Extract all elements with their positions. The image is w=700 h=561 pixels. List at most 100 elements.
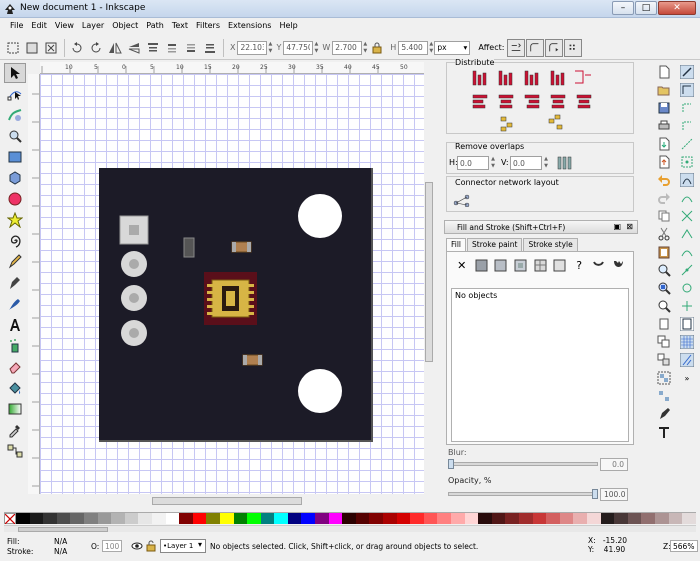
close-button[interactable]: ✕ <box>658 1 696 15</box>
clone-icon[interactable] <box>656 334 672 350</box>
radial-gradient-icon[interactable] <box>514 258 528 272</box>
linear-gradient-icon[interactable] <box>494 258 508 272</box>
canvas-horizontal-scrollbar[interactable] <box>40 496 424 506</box>
color-swatch[interactable] <box>437 513 451 524</box>
color-swatch[interactable] <box>219 513 234 524</box>
eye-icon[interactable] <box>131 540 143 552</box>
drawing-canvas[interactable] <box>40 74 424 494</box>
selector-tool-icon[interactable] <box>4 63 26 83</box>
new-document-icon[interactable] <box>656 64 672 80</box>
paste-icon[interactable] <box>656 244 672 260</box>
scale-stroke-icon[interactable] <box>507 38 526 57</box>
color-swatch[interactable] <box>43 513 57 524</box>
menu-layer[interactable]: Layer <box>78 19 108 35</box>
open-icon[interactable] <box>656 82 672 98</box>
move-patterns-icon[interactable] <box>564 38 583 57</box>
flip-vertical-icon[interactable] <box>125 39 143 57</box>
blur-value[interactable]: 0.0 <box>600 458 628 471</box>
color-swatch[interactable] <box>505 513 519 524</box>
tab-fill[interactable]: Fill <box>446 238 467 252</box>
connector-layout-icon[interactable] <box>453 193 471 207</box>
text-font-icon[interactable] <box>656 424 672 440</box>
maximize-button[interactable]: □ <box>635 1 657 15</box>
unset-paint-icon[interactable]: ? <box>572 258 586 272</box>
menu-extensions[interactable]: Extensions <box>224 19 275 35</box>
raise-to-top-icon[interactable] <box>144 39 162 57</box>
dropper-tool-icon[interactable] <box>4 420 26 440</box>
scrollbar-thumb[interactable] <box>425 182 433 362</box>
y-spinner[interactable]: ▲ ▼ <box>313 41 319 55</box>
undo-icon[interactable] <box>656 172 672 188</box>
color-swatch[interactable] <box>70 513 84 524</box>
color-swatch[interactable] <box>301 513 316 524</box>
flip-horizontal-icon[interactable] <box>106 39 124 57</box>
no-paint-icon[interactable]: ✕ <box>455 258 469 272</box>
color-swatch[interactable] <box>29 513 44 524</box>
blur-slider-handle[interactable] <box>448 459 454 469</box>
canvas-vertical-scrollbar[interactable] <box>424 62 434 498</box>
overflow-chevron-icon[interactable]: » <box>679 370 695 386</box>
menu-path[interactable]: Path <box>142 19 168 35</box>
snap-cusp-nodes-icon[interactable] <box>679 226 695 242</box>
color-swatch[interactable] <box>56 513 71 524</box>
star-tool-icon[interactable] <box>4 210 26 230</box>
fill-stroke-icon[interactable] <box>656 406 672 422</box>
color-swatch[interactable] <box>97 513 112 524</box>
v-gap-spinner[interactable]: ▲ ▼ <box>543 156 549 170</box>
pencil-tool-icon[interactable] <box>4 252 26 272</box>
dock-close-icon[interactable]: ⊠ <box>626 222 633 231</box>
unit-select[interactable]: px ▾ <box>434 40 471 55</box>
color-swatch[interactable] <box>654 513 669 524</box>
select-all-icon[interactable] <box>4 39 22 57</box>
zoom-drawing-icon[interactable] <box>656 280 672 296</box>
color-swatch[interactable] <box>559 513 574 524</box>
snap-smooth-nodes-icon[interactable] <box>679 244 695 260</box>
snap-center-icon[interactable] <box>679 154 695 170</box>
color-swatch[interactable] <box>518 513 533 524</box>
color-swatch[interactable] <box>668 513 683 524</box>
snap-bbox-corner-icon[interactable] <box>679 118 695 134</box>
gradient-tool-icon[interactable] <box>4 399 26 419</box>
fill-indicator[interactable]: N/A <box>54 537 67 546</box>
raise-icon[interactable] <box>163 39 181 57</box>
snap-page-icon[interactable] <box>679 316 695 332</box>
color-swatch[interactable] <box>151 513 166 524</box>
color-swatch[interactable] <box>192 513 207 524</box>
move-gradients-icon[interactable] <box>545 38 564 57</box>
select-all-layers-icon[interactable] <box>23 39 41 57</box>
mounting-hole[interactable] <box>298 194 342 238</box>
v-gap-input[interactable] <box>510 156 542 170</box>
layer-lock-icon[interactable] <box>146 539 156 552</box>
group-icon[interactable] <box>656 370 672 386</box>
save-icon[interactable] <box>656 100 672 116</box>
color-swatch[interactable] <box>165 513 180 524</box>
snap-nodes-icon[interactable] <box>679 172 695 188</box>
x-spinner[interactable]: ▲ ▼ <box>267 41 273 55</box>
h-gap-input[interactable] <box>457 156 489 170</box>
color-swatch[interactable] <box>247 513 261 524</box>
snap-bbox-edge-icon[interactable] <box>679 100 695 116</box>
color-swatch[interactable] <box>573 513 587 524</box>
menu-text[interactable]: Text <box>168 19 192 35</box>
color-swatch[interactable] <box>369 513 384 524</box>
color-swatch[interactable] <box>423 513 438 524</box>
rectangle-tool-icon[interactable] <box>4 147 26 167</box>
text-tool-icon[interactable] <box>4 315 26 335</box>
color-swatch[interactable] <box>410 513 424 524</box>
color-swatch[interactable] <box>206 513 220 524</box>
zoom-selection-icon[interactable] <box>656 262 672 278</box>
color-swatch[interactable] <box>600 513 615 524</box>
color-swatch[interactable] <box>383 513 397 524</box>
color-swatch[interactable] <box>328 513 343 524</box>
tab-stroke-paint[interactable]: Stroke paint <box>467 238 523 252</box>
smd-component[interactable] <box>183 237 195 258</box>
swatch-icon[interactable] <box>553 258 567 272</box>
tweak-tool-icon[interactable] <box>4 105 26 125</box>
color-swatch[interactable] <box>355 513 370 524</box>
distribute-buttons-icon[interactable] <box>447 63 633 133</box>
calligraphy-tool-icon[interactable] <box>4 294 26 314</box>
color-swatch[interactable] <box>627 513 642 524</box>
w-input[interactable] <box>332 40 363 55</box>
copy-icon[interactable] <box>656 208 672 224</box>
opacity-slider-handle[interactable] <box>592 489 598 499</box>
